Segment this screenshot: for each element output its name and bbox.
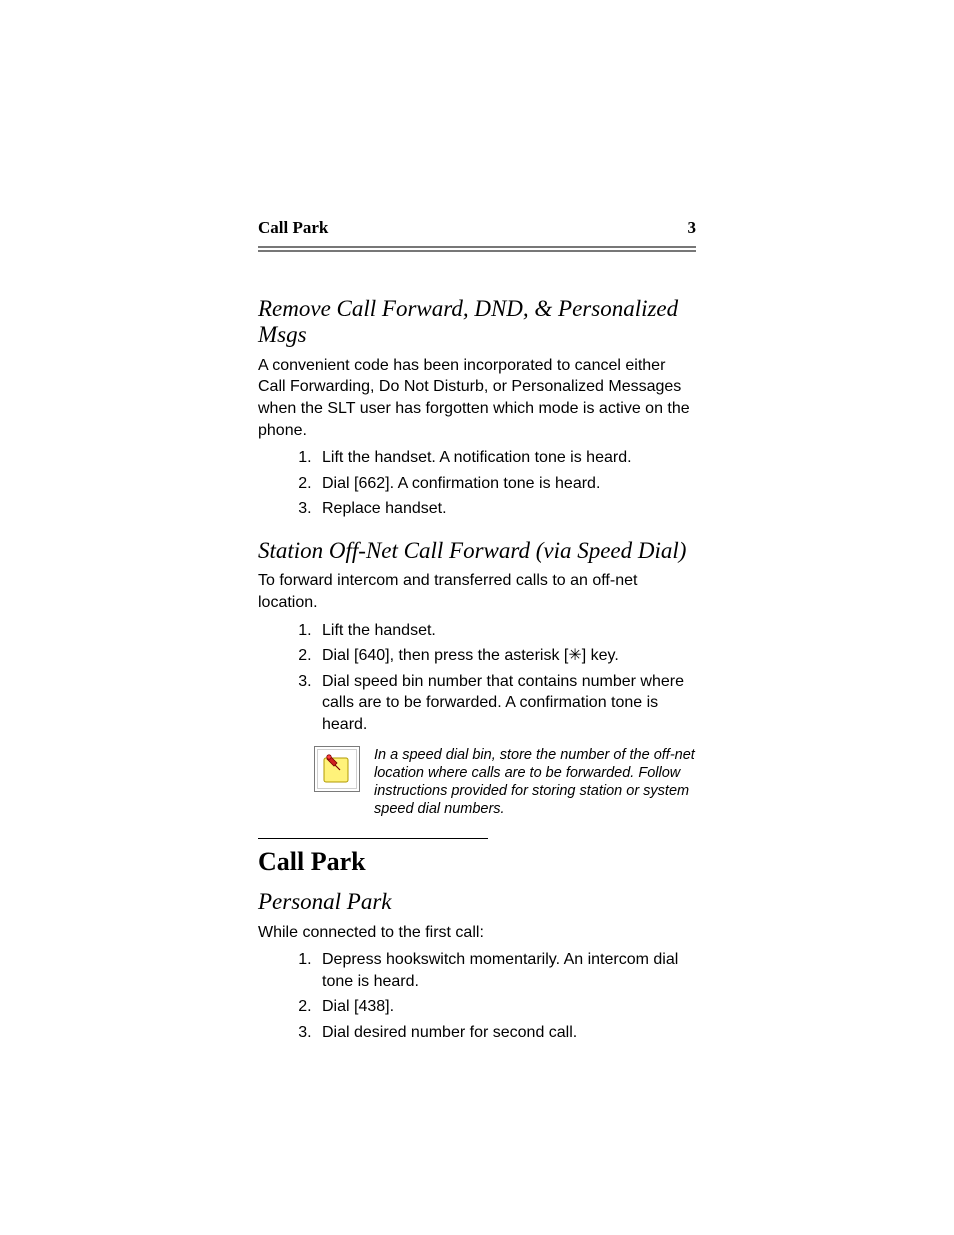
heading-call-park: Call Park <box>258 847 696 877</box>
running-header-pagenum: 3 <box>688 218 697 238</box>
section-rule <box>258 838 488 839</box>
list-item: Lift the handset. A notification tone is… <box>316 447 696 469</box>
list-item: Dial [662]. A confirmation tone is heard… <box>316 473 696 495</box>
intro-station-offnet: To forward intercom and transferred call… <box>258 570 696 613</box>
list-item: Depress hookswitch momentarily. An inter… <box>316 949 696 992</box>
intro-remove-call-forward: A convenient code has been incorporated … <box>258 355 696 441</box>
heading-remove-call-forward: Remove Call Forward, DND, & Personalized… <box>258 296 696 349</box>
list-item: Lift the handset. <box>316 620 696 642</box>
list-item: Dial [438]. <box>316 996 696 1018</box>
intro-personal-park: While connected to the first call: <box>258 922 696 944</box>
note-block: In a speed dial bin, store the number of… <box>314 746 696 819</box>
note-text: In a speed dial bin, store the number of… <box>374 746 696 819</box>
list-item: Replace handset. <box>316 498 696 520</box>
list-item: Dial desired number for second call. <box>316 1022 696 1044</box>
steps-remove-call-forward: Lift the handset. A notification tone is… <box>258 447 696 520</box>
heading-personal-park: Personal Park <box>258 889 696 915</box>
steps-station-offnet: Lift the handset. Dial [640], then press… <box>258 620 696 736</box>
document-page: Call Park 3 Remove Call Forward, DND, & … <box>0 0 954 1235</box>
header-rule <box>258 246 696 252</box>
steps-personal-park: Depress hookswitch momentarily. An inter… <box>258 949 696 1043</box>
heading-station-offnet: Station Off-Net Call Forward (via Speed … <box>258 538 696 564</box>
running-header-left: Call Park <box>258 218 328 238</box>
note-pushpin-icon <box>314 746 360 792</box>
list-item: Dial [640], then press the asterisk [✳] … <box>316 645 696 667</box>
running-header: Call Park 3 <box>258 218 696 238</box>
list-item: Dial speed bin number that contains numb… <box>316 671 696 736</box>
